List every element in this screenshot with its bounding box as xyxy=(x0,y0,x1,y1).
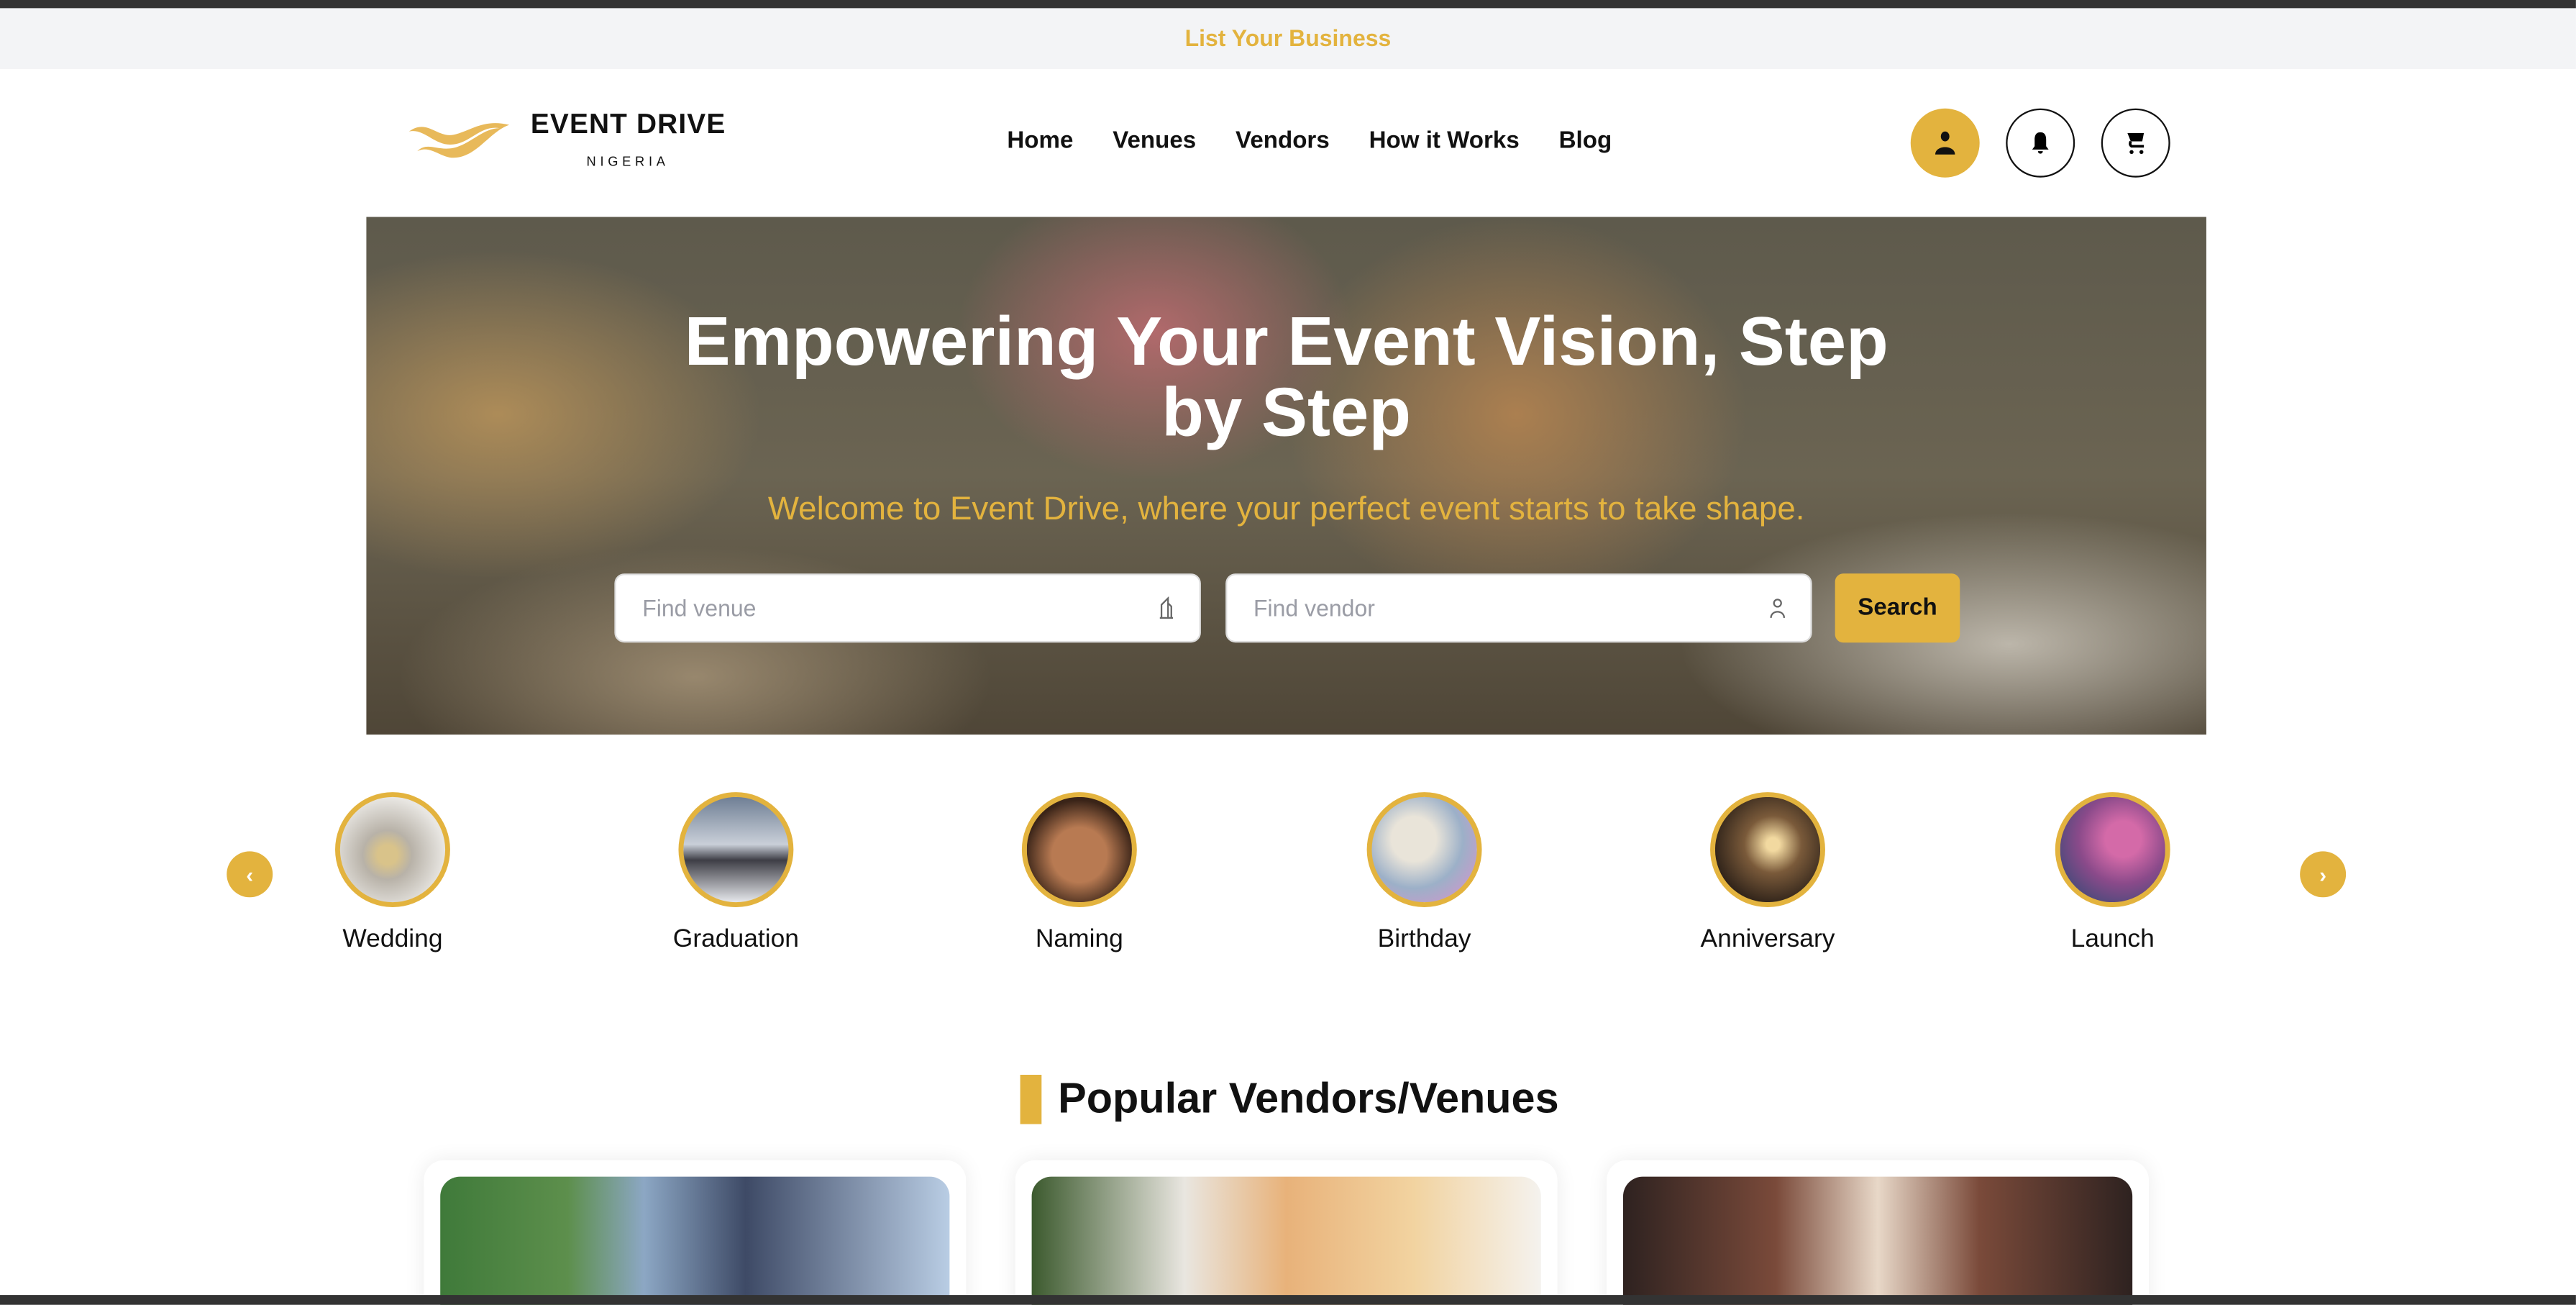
nav-how-it-works[interactable]: How it Works xyxy=(1369,128,1520,155)
category-graduation[interactable]: Graduation xyxy=(621,792,851,955)
vendor-search-input[interactable] xyxy=(1250,593,1768,623)
list-your-business-link[interactable]: List Your Business xyxy=(0,8,2576,69)
account-button[interactable] xyxy=(1910,108,1980,178)
category-label: Launch xyxy=(2070,925,2155,953)
category-anniversary[interactable]: Anniversary xyxy=(1653,792,1883,955)
notifications-button[interactable] xyxy=(2006,108,2075,178)
nav-venues[interactable]: Venues xyxy=(1113,128,1196,155)
listing-image xyxy=(440,1176,950,1305)
listing-image xyxy=(1622,1176,2133,1305)
bell-icon xyxy=(2032,132,2049,154)
category-image xyxy=(1366,792,1482,907)
building-icon xyxy=(1159,596,1174,619)
category-wedding[interactable]: Wedding xyxy=(278,792,508,955)
category-label: Anniversary xyxy=(1700,925,1835,953)
category-label: Naming xyxy=(1035,925,1123,953)
hero-title: Empowering Your Event Vision, Step by St… xyxy=(684,302,1888,450)
category-label: Birthday xyxy=(1377,925,1471,953)
category-image xyxy=(1021,792,1137,907)
window-bottom-edge xyxy=(0,1295,2576,1305)
vendor-search-field[interactable] xyxy=(1225,573,1812,643)
section-accent-bar xyxy=(1020,1074,1042,1124)
category-image xyxy=(2055,792,2170,907)
category-label: Wedding xyxy=(342,925,443,953)
category-naming[interactable]: Naming xyxy=(964,792,1195,955)
category-launch[interactable]: Launch xyxy=(1998,792,2228,955)
chevron-right-icon: › xyxy=(2319,862,2327,887)
category-image xyxy=(678,792,794,907)
cart-icon xyxy=(2127,133,2145,155)
category-image xyxy=(1710,792,1825,907)
brand-name: EVENT DRIVE xyxy=(530,108,726,140)
listing-card[interactable] xyxy=(424,1160,967,1305)
brand-subtitle: NIGERIA xyxy=(586,154,670,170)
hero-subtitle: Welcome to Event Drive, where your perfe… xyxy=(767,491,1805,528)
chevron-left-icon: ‹ xyxy=(246,862,254,887)
listing-card[interactable] xyxy=(1607,1160,2149,1305)
category-image xyxy=(335,792,450,907)
carousel-next-button[interactable]: › xyxy=(2300,851,2347,898)
search-button[interactable]: Search xyxy=(1835,573,1960,643)
listing-image xyxy=(1031,1176,1541,1305)
category-label: Graduation xyxy=(672,925,800,953)
venue-search-input[interactable] xyxy=(639,593,1157,623)
nav-vendors[interactable]: Vendors xyxy=(1236,128,1330,155)
venue-search-field[interactable] xyxy=(614,573,1201,643)
main-nav: Home Venues Vendors How it Works Blog xyxy=(1007,128,1612,155)
carousel-prev-button[interactable]: ‹ xyxy=(227,851,273,898)
nav-blog[interactable]: Blog xyxy=(1559,128,1612,155)
hero-banner: Empowering Your Event Vision, Step by St… xyxy=(366,217,2206,735)
window-top-bar xyxy=(0,0,2576,9)
nav-home[interactable]: Home xyxy=(1007,128,1073,155)
category-birthday[interactable]: Birthday xyxy=(1310,792,1540,955)
section-title: Popular Vendors/Venues xyxy=(1058,1073,1559,1123)
listing-card[interactable] xyxy=(1015,1160,1558,1305)
cart-button[interactable] xyxy=(2101,108,2170,178)
logo-mark[interactable] xyxy=(404,115,516,176)
person-icon xyxy=(1770,599,1786,619)
user-icon xyxy=(1935,131,1955,155)
